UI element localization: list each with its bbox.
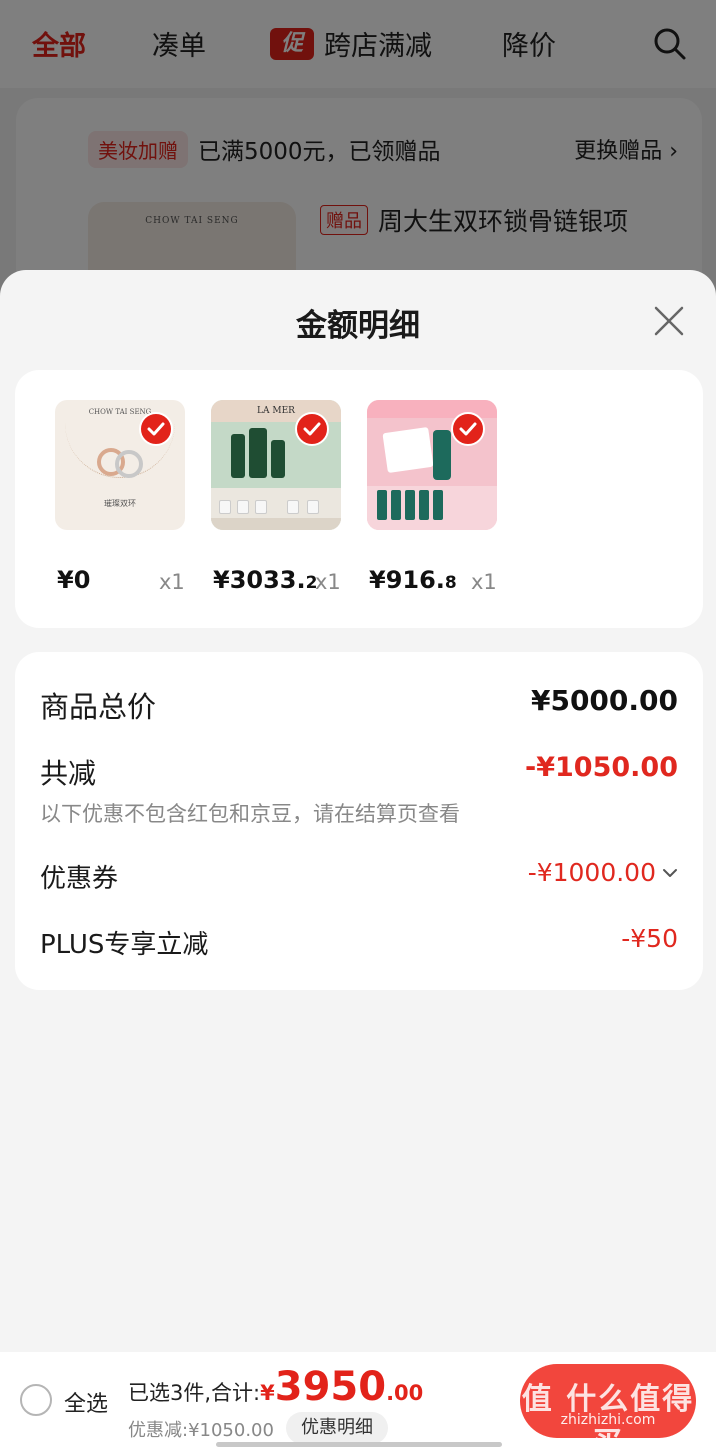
tube	[405, 490, 415, 520]
watermark-logo: 值 什么值得买	[521, 1382, 695, 1448]
selected-check-icon	[139, 412, 173, 446]
selected-check-icon	[451, 412, 485, 446]
coupon-value-wrap[interactable]: -¥1000.00	[528, 858, 678, 887]
product-list-card: CHOW TAI SENG 璀璨双环 ¥0 x1 LA MER ¥3033.2 …	[15, 370, 703, 628]
checkout-button[interactable]: 值 什么值得买 zhizhizhi.com	[520, 1364, 696, 1448]
product-image: LA MER	[211, 400, 341, 530]
sheet-title: 金额明细	[296, 308, 420, 344]
total-price-label: 商品总价	[40, 690, 157, 724]
total-summary: 已选3件,合计: ¥ 3950 .00	[128, 1364, 423, 1412]
selected-check-icon	[295, 412, 329, 446]
select-all-radio[interactable]	[20, 1384, 52, 1416]
product-image: CHOW TAI SENG 璀璨双环	[55, 400, 185, 530]
tube	[419, 490, 429, 520]
price-detail-card: 商品总价 ¥5000.00 共减 -¥1050.00 以下优惠不包含红包和京豆，…	[15, 652, 703, 990]
discount-label: 共减	[40, 757, 97, 790]
bottle	[231, 434, 245, 478]
product-qty: x1	[471, 570, 497, 594]
selected-count: 已选3件,合计:	[128, 1381, 261, 1405]
product-caption: 璀璨双环	[104, 499, 136, 508]
product-price: ¥916.8	[369, 566, 457, 594]
home-indicator[interactable]	[216, 1442, 502, 1447]
product-strip	[367, 486, 497, 530]
price-main: ¥916.	[369, 566, 445, 594]
discount-detail-button[interactable]: 优惠明细	[286, 1412, 388, 1444]
total-decimal: .00	[386, 1381, 424, 1405]
total-price-value: ¥5000.00	[530, 684, 678, 717]
product-price: ¥0	[57, 566, 90, 594]
tube	[377, 490, 387, 520]
watermark-url: zhizhizhi.com	[560, 1412, 656, 1428]
plus-discount-label: PLUS专享立减	[40, 930, 209, 960]
total-price-row: 商品总价 ¥5000.00	[40, 684, 678, 724]
jar	[255, 500, 267, 514]
discount-row: 共减 -¥1050.00	[40, 752, 678, 792]
chevron-down-icon[interactable]	[662, 868, 678, 878]
bottle	[271, 440, 285, 478]
price-main: ¥0	[57, 566, 91, 594]
product-item[interactable]: LA MER ¥3033.2 x1	[211, 400, 341, 594]
coupon-label: 优惠券	[40, 864, 119, 894]
jar	[237, 500, 249, 514]
tube	[433, 490, 443, 520]
bottle	[249, 428, 267, 478]
checkout-bar: 全选 已选3件,合计: ¥ 3950 .00 优惠减:¥1050.00 优惠明细…	[0, 1352, 716, 1448]
close-icon[interactable]	[650, 302, 688, 340]
product-qty: x1	[315, 570, 341, 594]
jar	[287, 500, 299, 514]
total-integer: 3950	[274, 1364, 387, 1410]
product-qty: x1	[159, 570, 185, 594]
gift-box	[382, 426, 434, 474]
ring-silver	[115, 450, 143, 478]
price-main: ¥3033.	[213, 566, 306, 594]
coupon-row[interactable]: 优惠券 -¥1000.00	[40, 858, 678, 898]
jar	[219, 500, 231, 514]
serum-bottle	[433, 430, 451, 480]
price-decimal: 8	[444, 573, 457, 593]
discount-note: 以下优惠不包含红包和京豆，请在结算页查看	[40, 802, 460, 826]
product-item[interactable]: ¥916.8 x1	[367, 400, 497, 594]
tube	[391, 490, 401, 520]
product-image	[367, 400, 497, 530]
product-price: ¥3033.2	[213, 566, 317, 594]
amount-detail-sheet: 金额明细 CHOW TAI SENG 璀璨双环 ¥0 x1 LA MER ¥30…	[0, 270, 716, 1352]
select-all-label[interactable]: 全选	[64, 1386, 108, 1418]
product-item[interactable]: CHOW TAI SENG 璀璨双环 ¥0 x1	[55, 400, 185, 594]
discount-value: -¥1050.00	[525, 752, 678, 783]
discount-summary: 优惠减:¥1050.00	[128, 1420, 274, 1441]
plus-discount-row: PLUS专享立减 -¥50	[40, 924, 678, 964]
currency-symbol: ¥	[260, 1381, 275, 1405]
coupon-value: -¥1000.00	[527, 858, 656, 887]
product-band	[211, 488, 341, 530]
product-footer	[211, 518, 341, 530]
jar	[307, 500, 319, 514]
plus-discount-value: -¥50	[621, 924, 678, 953]
